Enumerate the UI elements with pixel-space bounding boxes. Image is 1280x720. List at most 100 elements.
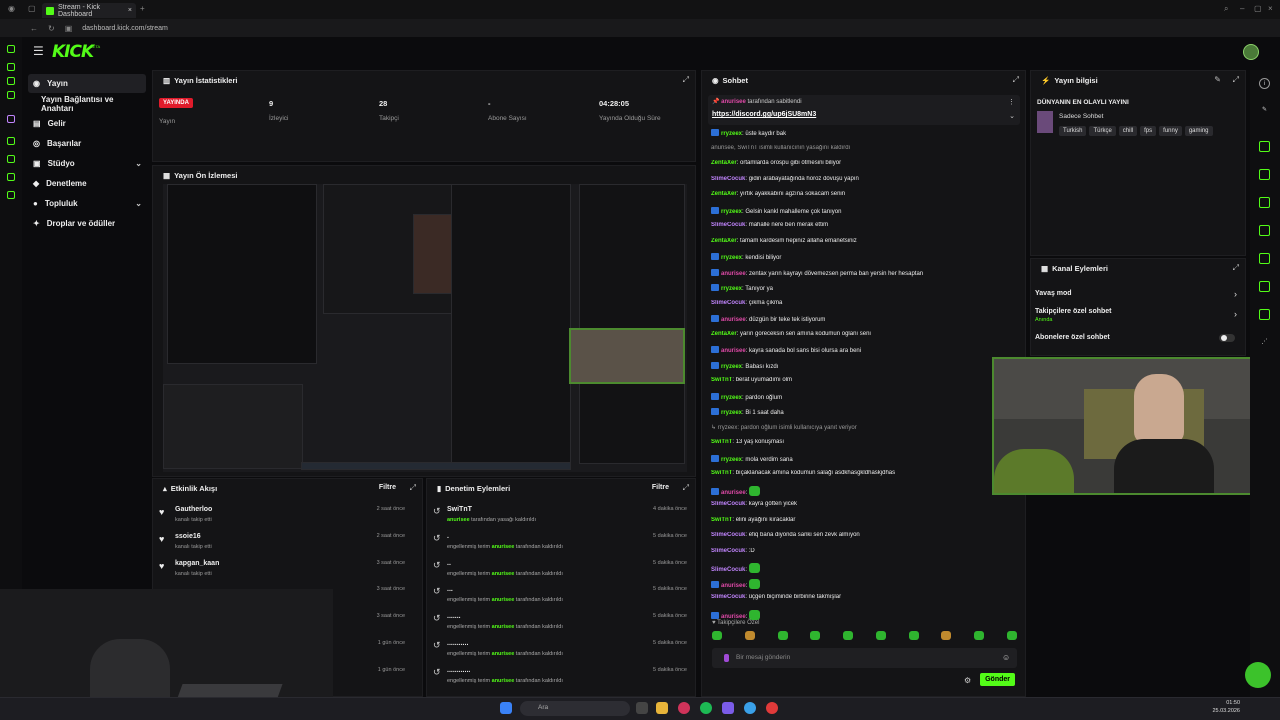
chat-username[interactable]: SlimeCocuk: [711, 300, 745, 306]
taskbar-search[interactable]: Ara: [520, 701, 630, 716]
chat-username[interactable]: SlimeCocuk: [711, 532, 745, 538]
windows-start-icon[interactable]: [500, 702, 512, 714]
pencil-icon[interactable]: ✎: [1259, 105, 1270, 116]
browser-tab[interactable]: Stream - Kick Dashboard ×: [42, 3, 136, 18]
strip-app-icon[interactable]: [7, 191, 15, 199]
stream-preview-video[interactable]: [163, 184, 687, 472]
expand-icon[interactable]: ⤢: [1233, 75, 1239, 85]
copy-icon[interactable]: [1259, 197, 1270, 208]
settings-gear-icon[interactable]: ⚙: [964, 676, 971, 685]
chat-username[interactable]: rryzeex: [721, 457, 742, 463]
discord-icon[interactable]: [722, 702, 734, 714]
drag-handle-icon[interactable]: ⋰: [1259, 337, 1270, 348]
chevron-down-icon[interactable]: ⌄: [1009, 112, 1015, 120]
sidebar-item-yayin[interactable]: ◉ Yayın: [28, 74, 146, 93]
emote-icon[interactable]: [1006, 631, 1017, 640]
vpn-icon[interactable]: ▣: [65, 24, 73, 33]
chat-username[interactable]: SwiTnT: [711, 377, 732, 383]
obs-icon[interactable]: [766, 702, 778, 714]
file-explorer-icon[interactable]: [656, 702, 668, 714]
emote-icon[interactable]: [712, 631, 722, 640]
widget-icon[interactable]: [1259, 141, 1270, 152]
url-field[interactable]: dashboard.kick.com/stream: [82, 25, 168, 32]
chat-input[interactable]: Bir mesaj gönderin: [712, 648, 1017, 668]
strip-app-icon[interactable]: [7, 155, 15, 163]
strip-app-icon[interactable]: [7, 115, 15, 123]
sidebar-item-stream-key[interactable]: Yayın Bağlantısı ve Anahtarı: [28, 94, 146, 113]
strip-app-icon[interactable]: [7, 63, 15, 71]
task-view-icon[interactable]: [636, 702, 648, 714]
sidebar-item-denetleme[interactable]: ◆ Denetleme: [28, 174, 146, 193]
maximize-icon[interactable]: ▢: [1254, 4, 1262, 13]
chat-username[interactable]: rryzeex: [721, 286, 742, 292]
chat-username[interactable]: rryzeex: [721, 410, 742, 416]
chat-bot-button[interactable]: [1245, 662, 1271, 688]
strip-app-icon[interactable]: [7, 91, 15, 99]
hamburger-menu-icon[interactable]: ☰: [33, 44, 44, 58]
slow-mode-label[interactable]: Yavaş mod: [1035, 290, 1072, 297]
app-icon[interactable]: [744, 702, 756, 714]
tag[interactable]: chill: [1118, 126, 1138, 136]
more-icon[interactable]: ⋮: [1008, 98, 1015, 106]
chat-bubble-icon[interactable]: [1259, 225, 1270, 236]
tag[interactable]: Turkish: [1059, 126, 1087, 136]
strip-app-icon[interactable]: [7, 45, 15, 53]
strip-app-icon[interactable]: [7, 173, 15, 181]
chat-username[interactable]: rryzeex: [721, 209, 742, 215]
close-tab-icon[interactable]: ×: [128, 7, 132, 14]
search-tabs-icon[interactable]: ⌕: [1224, 4, 1228, 14]
chat-username[interactable]: SlimeCocuk: [711, 548, 745, 554]
close-window-icon[interactable]: ×: [1268, 4, 1273, 13]
chat-username[interactable]: rryzeex: [721, 131, 742, 137]
emote-icon[interactable]: [908, 631, 919, 640]
chat-username[interactable]: anurisee: [721, 583, 746, 589]
avatar[interactable]: [1243, 44, 1259, 60]
chat-username[interactable]: rryzeex: [721, 255, 742, 261]
chat-username[interactable]: anurisee: [721, 317, 746, 323]
chat-username[interactable]: rryzeex: [721, 395, 742, 401]
chat-username[interactable]: SwiTnT: [711, 470, 732, 476]
spotify-icon[interactable]: [700, 702, 712, 714]
chat-username[interactable]: ZentaXer: [711, 238, 737, 244]
minimize-icon[interactable]: –: [1240, 4, 1244, 13]
expand-icon[interactable]: ⤢: [1013, 75, 1019, 85]
sidebar-item-gelir[interactable]: ▤ Gelir: [28, 114, 146, 133]
emoji-icon[interactable]: ☺: [1002, 653, 1010, 662]
chevron-right-icon[interactable]: ›: [1234, 309, 1237, 319]
emote-icon[interactable]: [744, 631, 755, 640]
browser-menu-icon[interactable]: ◉: [8, 4, 15, 13]
wrench-icon[interactable]: [1259, 309, 1270, 320]
reload-icon[interactable]: ↻: [48, 24, 55, 33]
chat-username[interactable]: SwiTnT: [711, 439, 732, 445]
emote-icon[interactable]: [941, 631, 952, 640]
expand-icon[interactable]: ⤢: [683, 483, 689, 493]
expand-icon[interactable]: ⤢: [683, 75, 689, 85]
chat-username[interactable]: SlimeCocuk: [711, 222, 745, 228]
strip-app-icon[interactable]: [7, 77, 15, 85]
chat-username[interactable]: SlimeCocuk: [711, 567, 745, 573]
edit-icon[interactable]: ✎: [1214, 75, 1221, 84]
chat-username[interactable]: SlimeCocuk: [711, 594, 745, 600]
chat-username[interactable]: ZentaXer: [711, 191, 737, 197]
mic-icon[interactable]: [724, 654, 729, 662]
chat-username[interactable]: anurisee: [721, 348, 746, 354]
emote-icon[interactable]: [843, 631, 854, 640]
chat-username[interactable]: anurisee: [721, 490, 746, 496]
tag[interactable]: funny: [1159, 126, 1182, 136]
kick-logo[interactable]: KICK: [52, 42, 94, 62]
chevron-down-icon[interactable]: ⌄: [135, 159, 142, 168]
chat-username[interactable]: ZentaXer: [711, 160, 737, 166]
subscribers-only-label[interactable]: Abonelere özel sohbet: [1035, 334, 1110, 341]
emote-icon[interactable]: [777, 631, 788, 640]
sidebar-item-basarilar[interactable]: ◎ Başarılar: [28, 134, 146, 153]
subscribers-only-toggle[interactable]: [1219, 334, 1235, 342]
followers-only-label[interactable]: Takipçilere özel sohbet: [1035, 308, 1112, 315]
broadcast-icon[interactable]: [1259, 253, 1270, 264]
chat-username[interactable]: SwiTnT: [711, 517, 732, 523]
chat-username[interactable]: SlimeCocuk: [711, 176, 745, 182]
emote-icon[interactable]: [875, 631, 886, 640]
chat-username[interactable]: anurisee: [721, 271, 746, 277]
chevron-right-icon[interactable]: ›: [1234, 289, 1237, 299]
tag[interactable]: fps: [1140, 126, 1157, 136]
chat-username[interactable]: rryzeex: [721, 364, 742, 370]
